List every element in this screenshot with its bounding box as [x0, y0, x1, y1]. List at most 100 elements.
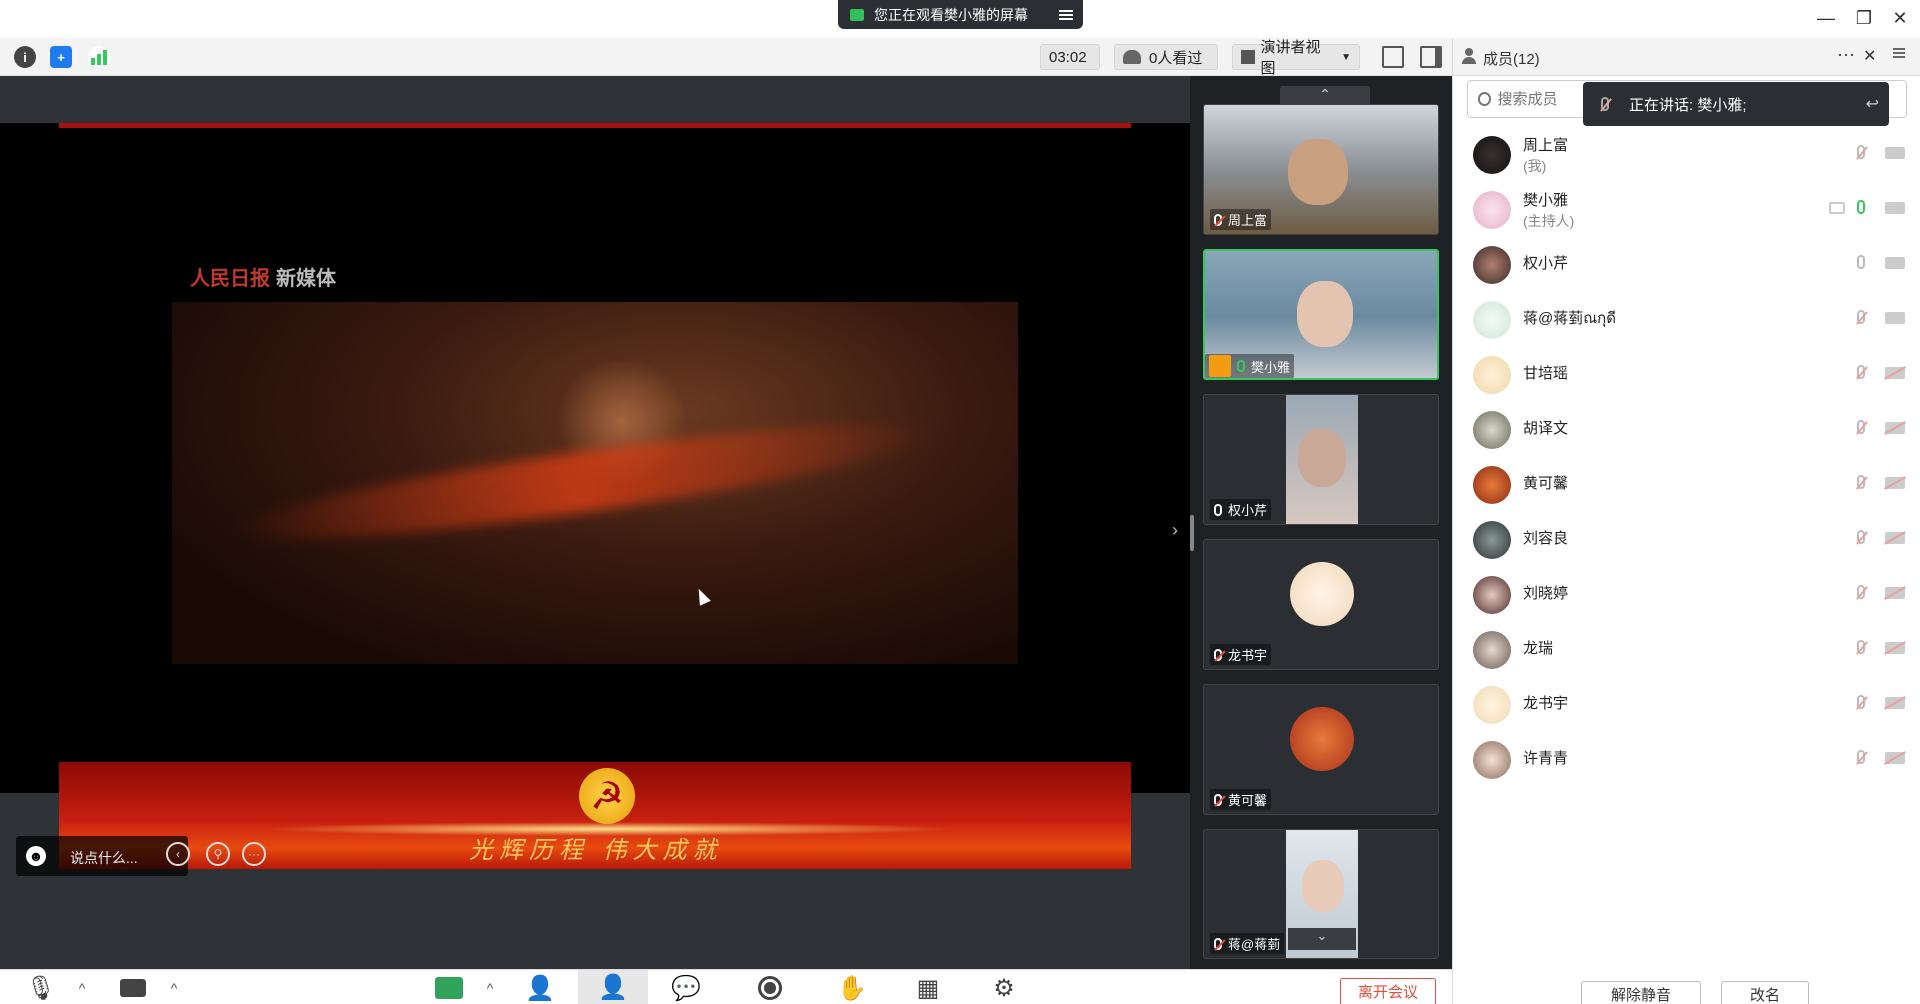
chevron-down-icon: ▼: [1341, 51, 1351, 63]
mic-muted-icon: [1214, 213, 1222, 226]
more-icon[interactable]: ···: [242, 842, 266, 866]
invite-icon[interactable]: 👤: [522, 974, 558, 1002]
member-row[interactable]: 权小芹: [1453, 238, 1920, 288]
settings-gear-icon[interactable]: ⚙: [986, 974, 1022, 1002]
speaking-indicator: 正在讲话: 樊小雅; ↩: [1583, 82, 1889, 126]
chat-placeholder[interactable]: 说点什么...: [70, 848, 138, 868]
mic-icon[interactable]: [1857, 255, 1865, 274]
camera-icon[interactable]: [116, 974, 150, 1002]
party-emblem-icon: ☭: [579, 768, 635, 824]
toggle-panel-icon[interactable]: [1420, 46, 1442, 68]
apps-icon[interactable]: ▦: [910, 974, 946, 1002]
camera-off-icon[interactable]: [1885, 587, 1905, 599]
mic-muted-icon[interactable]: [1857, 695, 1865, 714]
camera-icon[interactable]: [1885, 312, 1905, 324]
unmute-all-button[interactable]: 解除静音: [1581, 981, 1701, 1004]
camera-off-icon[interactable]: [1885, 477, 1905, 489]
camera-off-icon[interactable]: [1885, 642, 1905, 654]
member-name-block: 龙瑞: [1523, 639, 1553, 659]
info-icon[interactable]: i: [14, 46, 36, 68]
member-row[interactable]: 许青青: [1453, 733, 1920, 783]
banner-slogan: 光辉历程 伟大成就: [469, 836, 723, 864]
thumbnail-tile[interactable]: 权小芹: [1203, 394, 1439, 525]
splitter-handle[interactable]: [1190, 515, 1194, 551]
thumbnail-tile[interactable]: 蒋@蒋菿 ⌄: [1203, 829, 1439, 959]
view-mode-dropdown[interactable]: 演讲者视图 ▼: [1232, 39, 1360, 77]
mic-on-icon[interactable]: [1857, 200, 1865, 219]
camera-icon[interactable]: [1885, 202, 1905, 214]
member-row[interactable]: 刘晓婷: [1453, 568, 1920, 618]
mic-muted-icon[interactable]: [1857, 640, 1865, 659]
member-name: 甘培瑶: [1523, 365, 1569, 382]
screen-share-banner[interactable]: 您正在观看樊小雅的屏幕: [838, 0, 1083, 29]
reply-arrow-icon[interactable]: ↩: [1866, 94, 1879, 114]
camera-off-icon[interactable]: [1885, 532, 1905, 544]
member-subtitle: (我): [1523, 158, 1547, 174]
member-name-block: 黄可馨: [1523, 474, 1568, 494]
camera-off-icon[interactable]: [1885, 367, 1905, 379]
member-row[interactable]: 龙瑞: [1453, 623, 1920, 673]
member-row[interactable]: 蒋@蒋菿ณกุดี: [1453, 293, 1920, 343]
microphone-muted-icon[interactable]: 🎙: [26, 974, 56, 1002]
member-row[interactable]: 胡译文: [1453, 403, 1920, 453]
chevron-right-icon[interactable]: ›: [1172, 520, 1178, 541]
more-options-icon[interactable]: ···: [1837, 44, 1855, 65]
meeting-toolbar: i + 03:02 0人看过 演讲者视图 ▼: [0, 38, 1452, 77]
chat-input-overlay[interactable]: ☻ 说点什么...: [16, 836, 188, 876]
thumbnail-tile-active[interactable]: 樊小雅: [1203, 249, 1439, 380]
camera-off-icon[interactable]: [1885, 422, 1905, 434]
mic-muted-icon[interactable]: [1857, 750, 1865, 769]
signal-bars-icon[interactable]: [88, 46, 110, 68]
share-screen-icon[interactable]: [432, 974, 466, 1002]
zoom-icon[interactable]: ⚲: [206, 842, 230, 866]
emoji-icon[interactable]: ☻: [26, 846, 46, 866]
minimize-button[interactable]: —: [1814, 8, 1838, 29]
camera-icon[interactable]: [1885, 147, 1905, 159]
security-shield-icon[interactable]: +: [50, 46, 72, 68]
members-icon[interactable]: 👤: [578, 970, 648, 1004]
member-row[interactable]: 黄可馨: [1453, 458, 1920, 508]
close-panel-icon[interactable]: ✕: [1863, 46, 1876, 66]
mic-options-chevron-icon[interactable]: ^: [72, 974, 92, 1002]
raise-hand-icon[interactable]: ✋: [834, 974, 870, 1002]
mic-muted-icon[interactable]: [1857, 585, 1865, 604]
viewers-count-button[interactable]: 0人看过: [1114, 44, 1218, 70]
thumbnail-tile[interactable]: 周上富: [1203, 104, 1439, 235]
thumbnail-tile[interactable]: 黄可馨: [1203, 684, 1439, 815]
thumbnail-name: 樊小雅: [1251, 359, 1291, 375]
member-row[interactable]: 樊小雅 (主持人): [1453, 183, 1920, 233]
menu-icon[interactable]: [1059, 13, 1073, 16]
rename-button[interactable]: 改名: [1721, 981, 1809, 1004]
member-row[interactable]: 刘容良: [1453, 513, 1920, 563]
mic-muted-icon[interactable]: [1857, 365, 1865, 384]
member-row[interactable]: 甘培瑶: [1453, 348, 1920, 398]
scroll-down-button[interactable]: ⌄: [1288, 928, 1356, 950]
chevron-left-icon[interactable]: ‹: [166, 842, 190, 866]
mic-muted-icon: [1601, 97, 1609, 111]
restore-button[interactable]: ❐: [1852, 8, 1876, 29]
mic-muted-icon[interactable]: [1857, 310, 1865, 329]
member-row[interactable]: 周上富 (我): [1453, 128, 1920, 178]
leave-meeting-button[interactable]: 离开会议: [1340, 978, 1436, 1004]
mic-muted-icon[interactable]: [1857, 145, 1865, 164]
video-top-border: [59, 123, 1131, 128]
people-icon: [1123, 50, 1141, 64]
mic-muted-icon[interactable]: [1857, 530, 1865, 549]
mic-muted-icon[interactable]: [1857, 475, 1865, 494]
avatar: [1473, 246, 1511, 284]
mic-muted-icon[interactable]: [1857, 420, 1865, 439]
fullscreen-icon[interactable]: [1382, 46, 1404, 68]
camera-icon[interactable]: [1885, 257, 1905, 269]
panel-menu-icon[interactable]: [1893, 46, 1907, 60]
member-row[interactable]: 龙书宇: [1453, 678, 1920, 728]
chat-icon[interactable]: 💬: [668, 974, 704, 1002]
camera-options-chevron-icon[interactable]: ^: [164, 974, 184, 1002]
thumbnail-label: 龙书宇: [1210, 644, 1272, 665]
camera-off-icon[interactable]: [1885, 752, 1905, 764]
thumbnail-tile[interactable]: 龙书宇: [1203, 539, 1439, 670]
camera-off-icon[interactable]: [1885, 697, 1905, 709]
close-window-button[interactable]: ✕: [1888, 8, 1912, 29]
record-icon[interactable]: [752, 974, 788, 1002]
avatar: [1473, 576, 1511, 614]
share-options-chevron-icon[interactable]: ^: [480, 974, 500, 1002]
